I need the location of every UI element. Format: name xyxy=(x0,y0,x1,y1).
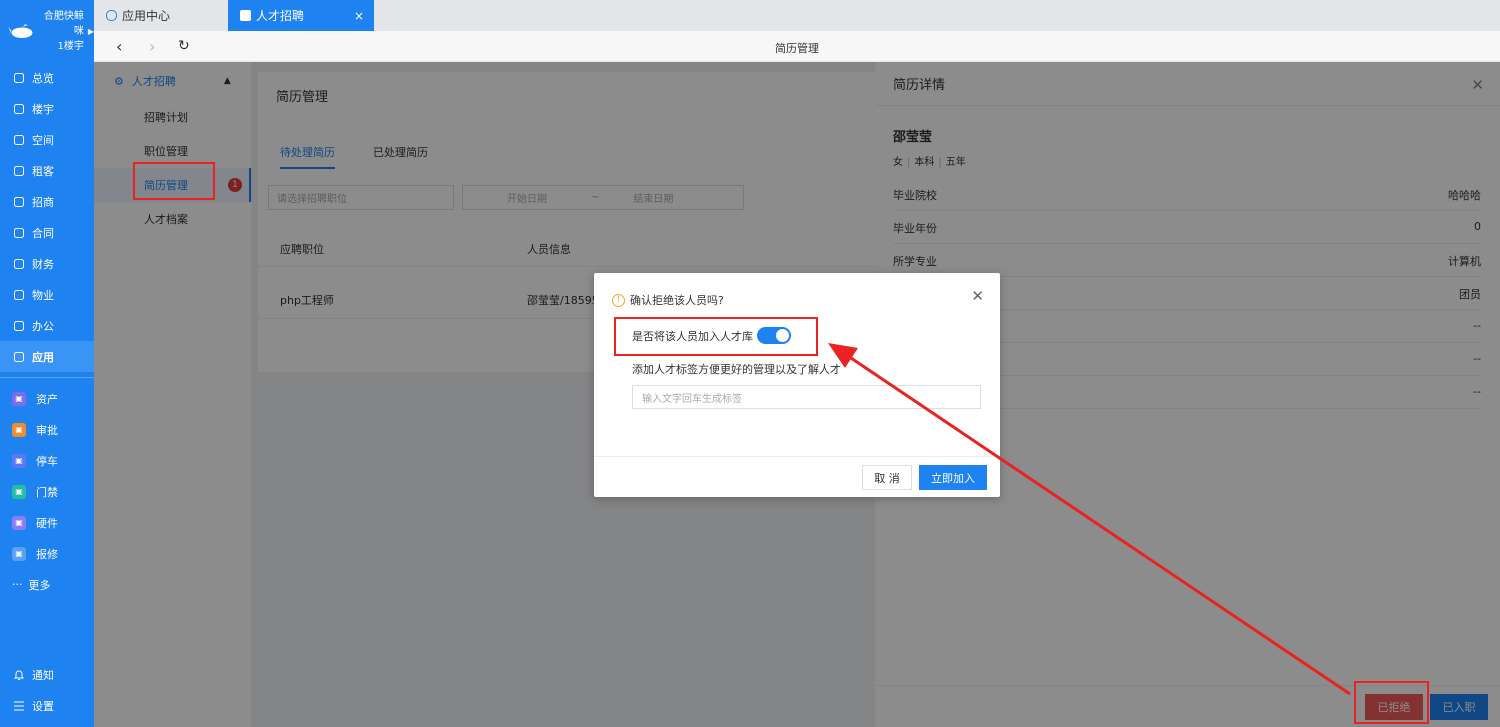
annotation-arrow xyxy=(828,343,1351,696)
